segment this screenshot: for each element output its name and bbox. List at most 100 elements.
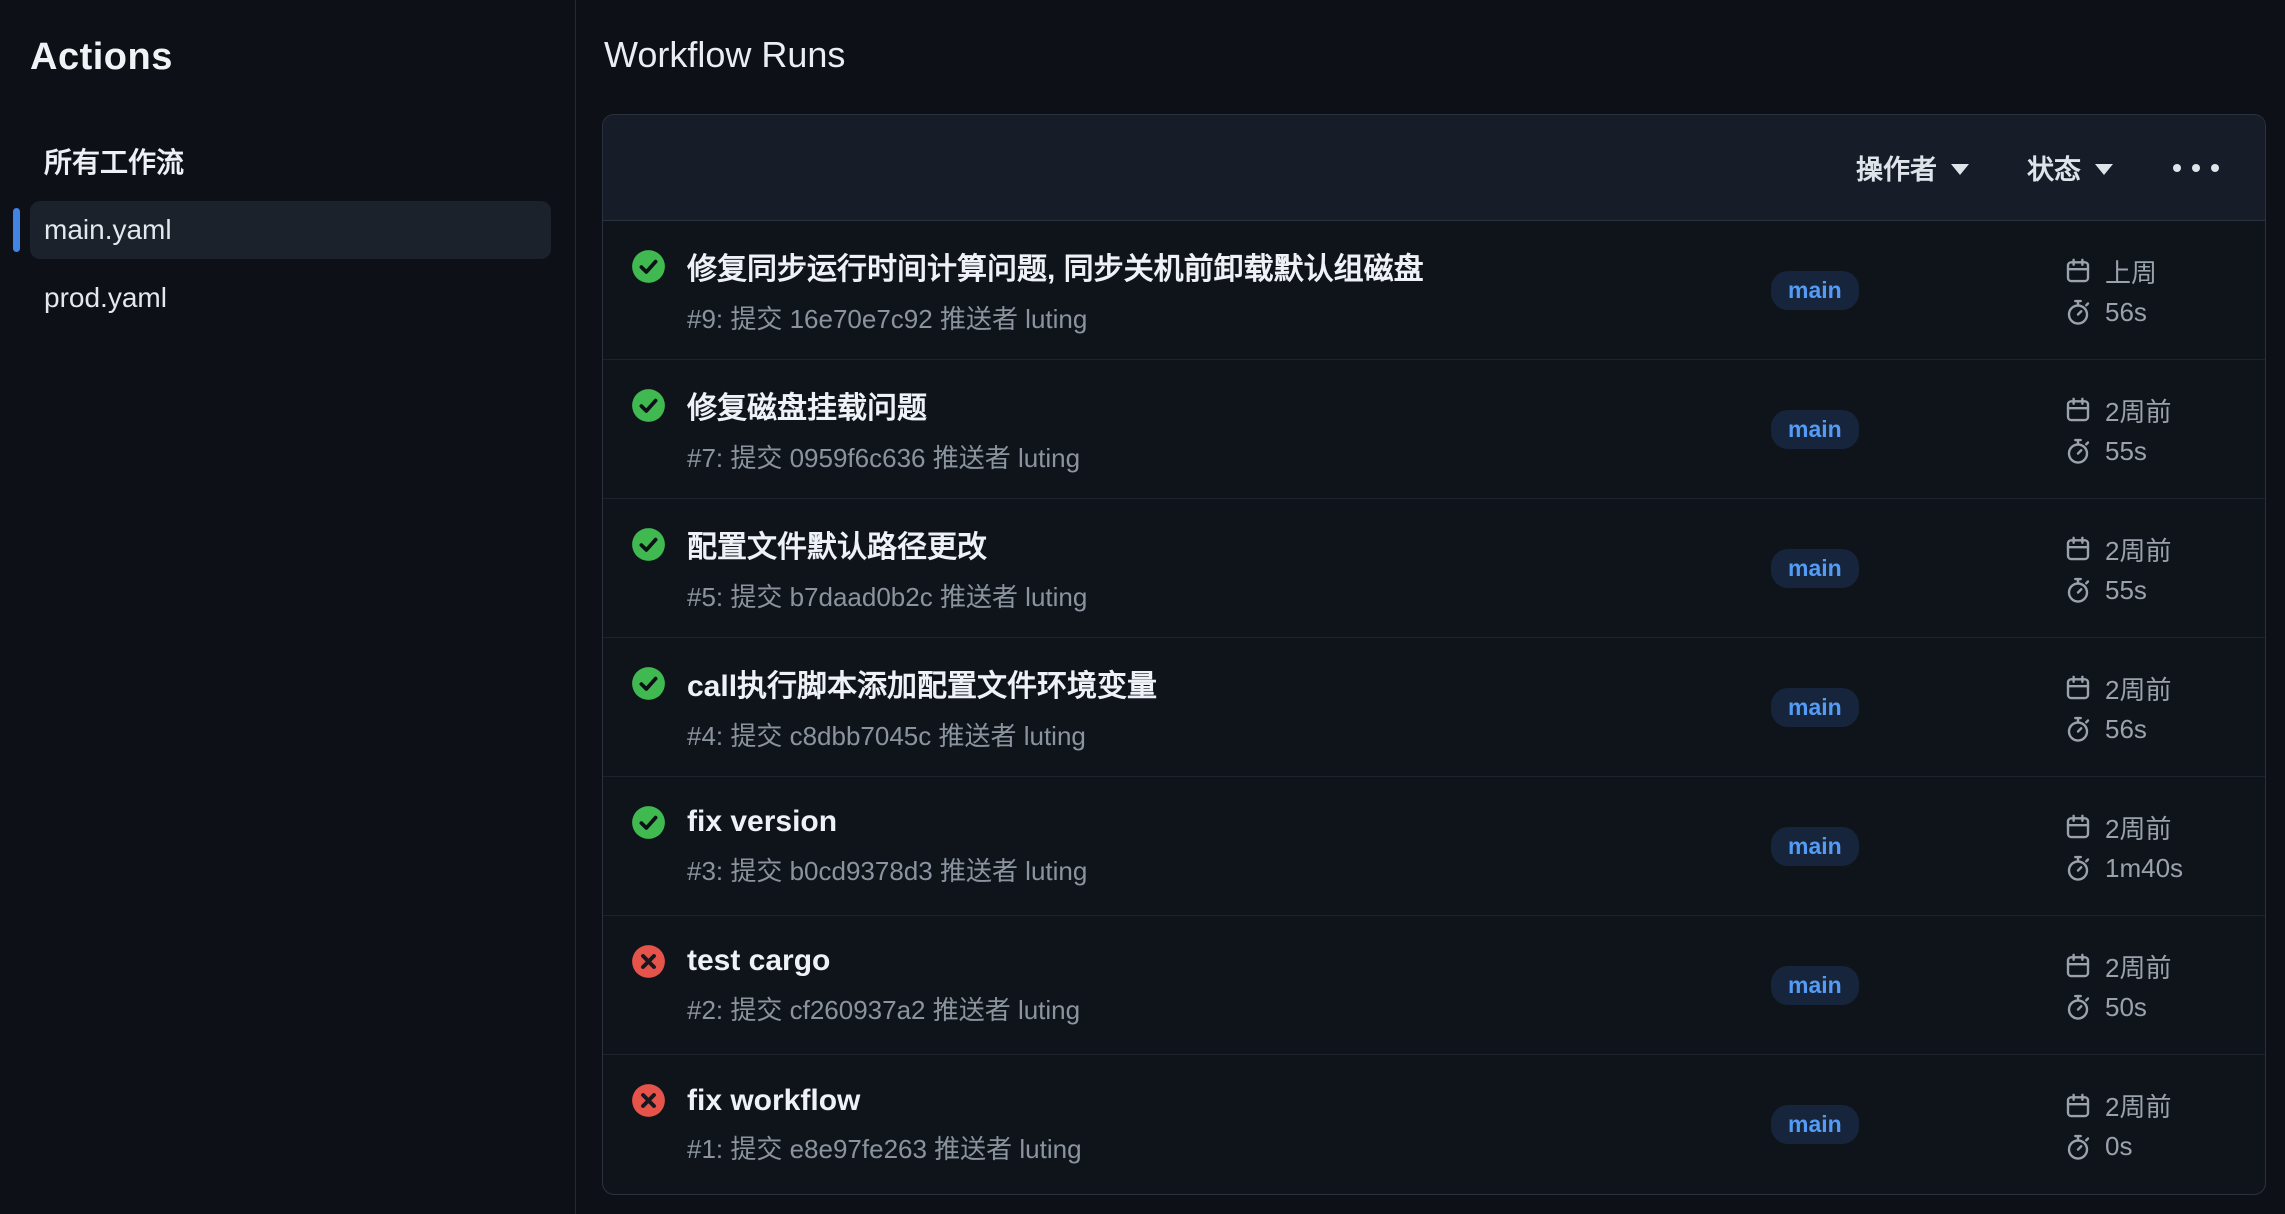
branch-column: main <box>1771 271 2063 310</box>
runs-list-toolbar: 操作者 状态 <box>603 115 2265 221</box>
run-date-line: 2周前 <box>2063 809 2241 846</box>
branch-column: main <box>1771 688 2063 727</box>
run-duration: 55s <box>2105 436 2147 467</box>
branch-badge[interactable]: main <box>1771 1105 1859 1144</box>
run-date: 2周前 <box>2105 809 2171 846</box>
run-date: 2周前 <box>2105 948 2171 985</box>
stopwatch-icon <box>2063 436 2093 466</box>
run-date-line: 2周前 <box>2063 948 2241 985</box>
branch-column: main <box>1771 827 2063 866</box>
branch-badge[interactable]: main <box>1771 688 1859 727</box>
stopwatch-icon <box>2063 992 2093 1022</box>
calendar-icon <box>2063 1091 2093 1121</box>
run-title-link[interactable]: call执行脚本添加配置文件环境变量 <box>687 661 1157 705</box>
run-meta-column: 2周前 55s <box>2063 524 2241 613</box>
sidebar-title: Actions <box>30 36 551 79</box>
calendar-icon <box>2063 534 2093 564</box>
run-commit-meta: #7: 提交 0959f6c636 推送者 luting <box>687 438 1771 475</box>
sidebar-item-label: prod.yaml <box>44 282 167 313</box>
run-title-link[interactable]: test cargo <box>687 944 830 978</box>
workflow-run-row[interactable]: 修复同步运行时间计算问题, 同步关机前卸载默认组磁盘 #9: 提交 16e70e… <box>603 221 2265 360</box>
workflow-run-row[interactable]: test cargo #2: 提交 cf260937a2 推送者 luting … <box>603 916 2265 1055</box>
run-date: 2周前 <box>2105 1087 2171 1124</box>
run-date-line: 2周前 <box>2063 670 2241 707</box>
branch-column: main <box>1771 1105 2063 1144</box>
run-info: fix version #3: 提交 b0cd9378d3 推送者 luting <box>631 805 1771 888</box>
run-date-line: 2周前 <box>2063 531 2241 568</box>
run-info: 修复磁盘挂载问题 #7: 提交 0959f6c636 推送者 luting <box>631 383 1771 475</box>
run-meta-column: 2周前 50s <box>2063 941 2241 1030</box>
stopwatch-icon <box>2063 575 2093 605</box>
run-info: 修复同步运行时间计算问题, 同步关机前卸载默认组磁盘 #9: 提交 16e70e… <box>631 244 1771 336</box>
run-meta-column: 2周前 1m40s <box>2063 802 2241 891</box>
calendar-icon <box>2063 395 2093 425</box>
actor-filter-label: 操作者 <box>1856 148 1937 187</box>
run-duration-line: 55s <box>2063 436 2241 467</box>
check-circle-icon <box>631 249 666 284</box>
run-duration-line: 1m40s <box>2063 853 2241 884</box>
run-title-link[interactable]: 配置文件默认路径更改 <box>687 522 987 566</box>
run-info: fix workflow #1: 提交 e8e97fe263 推送者 lutin… <box>631 1083 1771 1166</box>
branch-badge[interactable]: main <box>1771 966 1859 1005</box>
run-date-line: 2周前 <box>2063 392 2241 429</box>
actor-filter-dropdown[interactable]: 操作者 <box>1856 148 1969 187</box>
run-date: 2周前 <box>2105 531 2171 568</box>
sidebar-item-prod-yaml[interactable]: prod.yaml <box>30 269 551 327</box>
sidebar-item-all-workflows[interactable]: 所有工作流 <box>30 129 551 193</box>
workflow-run-row[interactable]: 配置文件默认路径更改 #5: 提交 b7daad0b2c 推送者 luting … <box>603 499 2265 638</box>
chevron-down-icon <box>2095 164 2113 175</box>
run-duration-line: 0s <box>2063 1131 2241 1162</box>
workflow-run-row[interactable]: call执行脚本添加配置文件环境变量 #4: 提交 c8dbb7045c 推送者… <box>603 638 2265 777</box>
status-filter-dropdown[interactable]: 状态 <box>2027 148 2113 187</box>
check-circle-icon <box>631 666 666 701</box>
branch-badge[interactable]: main <box>1771 827 1859 866</box>
actions-sidebar: Actions 所有工作流 main.yaml prod.yaml <box>0 0 576 1214</box>
workflow-run-row[interactable]: 修复磁盘挂载问题 #7: 提交 0959f6c636 推送者 luting ma… <box>603 360 2265 499</box>
run-date: 2周前 <box>2105 392 2171 429</box>
branch-column: main <box>1771 410 2063 449</box>
page-title: Workflow Runs <box>604 34 2266 76</box>
branch-badge[interactable]: main <box>1771 410 1859 449</box>
active-indicator-bar <box>13 208 20 252</box>
branch-badge[interactable]: main <box>1771 271 1859 310</box>
run-title-link[interactable]: 修复同步运行时间计算问题, 同步关机前卸载默认组磁盘 <box>687 244 1424 288</box>
calendar-icon <box>2063 256 2093 286</box>
run-commit-meta: #4: 提交 c8dbb7045c 推送者 luting <box>687 716 1771 753</box>
run-info: 配置文件默认路径更改 #5: 提交 b7daad0b2c 推送者 luting <box>631 522 1771 614</box>
run-commit-meta: #1: 提交 e8e97fe263 推送者 luting <box>687 1129 1771 1166</box>
stopwatch-icon <box>2063 297 2093 327</box>
run-duration: 50s <box>2105 992 2147 1023</box>
run-title-link[interactable]: 修复磁盘挂载问题 <box>687 383 927 427</box>
run-duration: 56s <box>2105 297 2147 328</box>
run-duration-line: 56s <box>2063 714 2241 745</box>
run-commit-meta: #5: 提交 b7daad0b2c 推送者 luting <box>687 577 1771 614</box>
stopwatch-icon <box>2063 714 2093 744</box>
run-duration: 55s <box>2105 575 2147 606</box>
branch-badge[interactable]: main <box>1771 549 1859 588</box>
run-duration-line: 56s <box>2063 297 2241 328</box>
workflow-run-row[interactable]: fix version #3: 提交 b0cd9378d3 推送者 luting… <box>603 777 2265 916</box>
sidebar-item-label: main.yaml <box>44 214 172 245</box>
run-commit-meta: #3: 提交 b0cd9378d3 推送者 luting <box>687 851 1771 888</box>
run-title-link[interactable]: fix version <box>687 805 837 839</box>
run-meta-column: 2周前 55s <box>2063 385 2241 474</box>
x-circle-icon <box>631 1083 666 1118</box>
calendar-icon <box>2063 812 2093 842</box>
kebab-horizontal-icon[interactable] <box>2171 158 2221 178</box>
run-commit-meta: #2: 提交 cf260937a2 推送者 luting <box>687 990 1771 1027</box>
workflow-runs-panel: Workflow Runs 操作者 状态 <box>576 0 2285 1214</box>
workflow-run-row[interactable]: fix workflow #1: 提交 e8e97fe263 推送者 lutin… <box>603 1055 2265 1194</box>
sidebar-item-main-yaml[interactable]: main.yaml <box>30 201 551 259</box>
run-duration: 56s <box>2105 714 2147 745</box>
run-date: 2周前 <box>2105 670 2171 707</box>
run-title-link[interactable]: fix workflow <box>687 1084 860 1118</box>
branch-column: main <box>1771 966 2063 1005</box>
status-filter-label: 状态 <box>2027 148 2081 187</box>
run-duration-line: 55s <box>2063 575 2241 606</box>
check-circle-icon <box>631 388 666 423</box>
run-meta-column: 上周 56s <box>2063 246 2241 335</box>
run-duration: 0s <box>2105 1131 2132 1162</box>
run-date-line: 上周 <box>2063 253 2241 290</box>
run-date: 上周 <box>2105 253 2157 290</box>
x-circle-icon <box>631 944 666 979</box>
